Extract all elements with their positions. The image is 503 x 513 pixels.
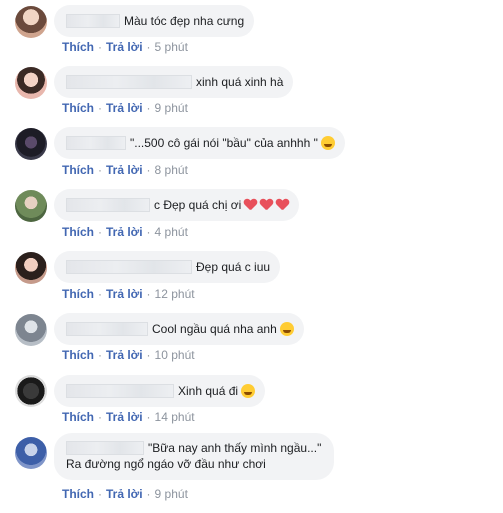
comment-text: xinh quá xinh hà: [196, 75, 284, 89]
avatar[interactable]: [15, 314, 47, 346]
like-link[interactable]: Thích: [62, 410, 94, 424]
reply-link[interactable]: Trả lời: [106, 101, 143, 115]
heart-emoji-icon: [244, 199, 257, 211]
heart-emoji-icon: [260, 199, 273, 211]
heart-eyes-emoji-icon: [241, 384, 256, 398]
timestamp[interactable]: 12 phút: [155, 287, 195, 301]
like-link[interactable]: Thích: [62, 348, 94, 362]
reply-link[interactable]: Trả lời: [106, 225, 143, 239]
comment-bubble: Màu tóc đẹp nha cưng: [54, 5, 255, 37]
blurred-username[interactable]: [66, 198, 150, 212]
comment-text: Đẹp quá c iuu: [196, 260, 271, 274]
avatar[interactable]: [15, 252, 47, 284]
blurred-username[interactable]: [66, 136, 126, 150]
laughing-emoji-icon: [279, 322, 294, 336]
comment-text-line-2: Ra đường ngổ ngáo vỡ đầu như chơi: [66, 457, 266, 471]
like-link[interactable]: Thích: [62, 40, 94, 54]
like-link[interactable]: Thích: [62, 487, 94, 501]
comment-bubble: c Đẹp quá chị ơi: [54, 189, 300, 221]
like-link[interactable]: Thích: [62, 225, 94, 239]
comment-actions: Thích · Trả lời · 5 phút: [62, 40, 188, 54]
timestamp[interactable]: 4 phút: [155, 225, 188, 239]
comment-text: "Bữa nay anh thấy mình ngầu...": [148, 441, 322, 455]
comment-actions: Thích · Trả lời · 9 phút: [62, 101, 188, 115]
blurred-username[interactable]: [66, 384, 174, 398]
comment-actions: Thích · Trả lời · 14 phút: [62, 410, 195, 424]
timestamp[interactable]: 5 phút: [155, 40, 188, 54]
like-link[interactable]: Thích: [62, 287, 94, 301]
laughing-emoji-icon: [320, 136, 335, 150]
comment-text: Màu tóc đẹp nha cưng: [124, 14, 245, 28]
comment-actions: Thích · Trả lời · 4 phút: [62, 225, 188, 239]
heart-emoji-icon: [276, 199, 289, 211]
comment-bubble: "...500 cô gái nói "bầu" của anhhh ": [54, 127, 345, 159]
comment-actions: Thích · Trả lời · 9 phút: [62, 487, 188, 501]
blurred-username[interactable]: [66, 260, 192, 274]
reply-link[interactable]: Trả lời: [106, 410, 143, 424]
comment-text: c Đẹp quá chị ơi: [154, 198, 242, 212]
timestamp[interactable]: 10 phút: [155, 348, 195, 362]
avatar[interactable]: [15, 67, 47, 99]
reply-link[interactable]: Trả lời: [106, 348, 143, 362]
comment-text: Cool ngầu quá nha anh: [152, 322, 277, 336]
reply-link[interactable]: Trả lời: [106, 287, 143, 301]
timestamp[interactable]: 8 phút: [155, 163, 188, 177]
blurred-username[interactable]: [66, 75, 192, 89]
comment-bubble: Đẹp quá c iuu: [54, 251, 281, 283]
avatar[interactable]: [15, 128, 47, 160]
comment-actions: Thích · Trả lời · 8 phút: [62, 163, 188, 177]
avatar[interactable]: [15, 6, 47, 38]
avatar[interactable]: [15, 375, 47, 407]
blurred-username[interactable]: [66, 322, 148, 336]
comment-text: "...500 cô gái nói "bầu" của anhhh ": [130, 136, 318, 150]
comment-actions: Thích · Trả lời · 12 phút: [62, 287, 195, 301]
like-link[interactable]: Thích: [62, 101, 94, 115]
reply-link[interactable]: Trả lời: [106, 487, 143, 501]
reply-link[interactable]: Trả lời: [106, 40, 143, 54]
timestamp[interactable]: 14 phút: [155, 410, 195, 424]
avatar[interactable]: [15, 437, 47, 469]
like-link[interactable]: Thích: [62, 163, 94, 177]
timestamp[interactable]: 9 phút: [155, 101, 188, 115]
timestamp[interactable]: 9 phút: [155, 487, 188, 501]
comment-text: Xinh quá đi: [178, 384, 239, 398]
avatar[interactable]: [15, 190, 47, 222]
comment-actions: Thích · Trả lời · 10 phút: [62, 348, 195, 362]
reply-link[interactable]: Trả lời: [106, 163, 143, 177]
comment-bubble: Cool ngầu quá nha anh: [54, 313, 304, 345]
blurred-username[interactable]: [66, 441, 144, 455]
comment-bubble: xinh quá xinh hà: [54, 66, 294, 98]
comment-bubble: "Bữa nay anh thấy mình ngầu..." Ra đường…: [54, 433, 334, 480]
blurred-username[interactable]: [66, 14, 120, 28]
comment-bubble: Xinh quá đi: [54, 375, 266, 407]
